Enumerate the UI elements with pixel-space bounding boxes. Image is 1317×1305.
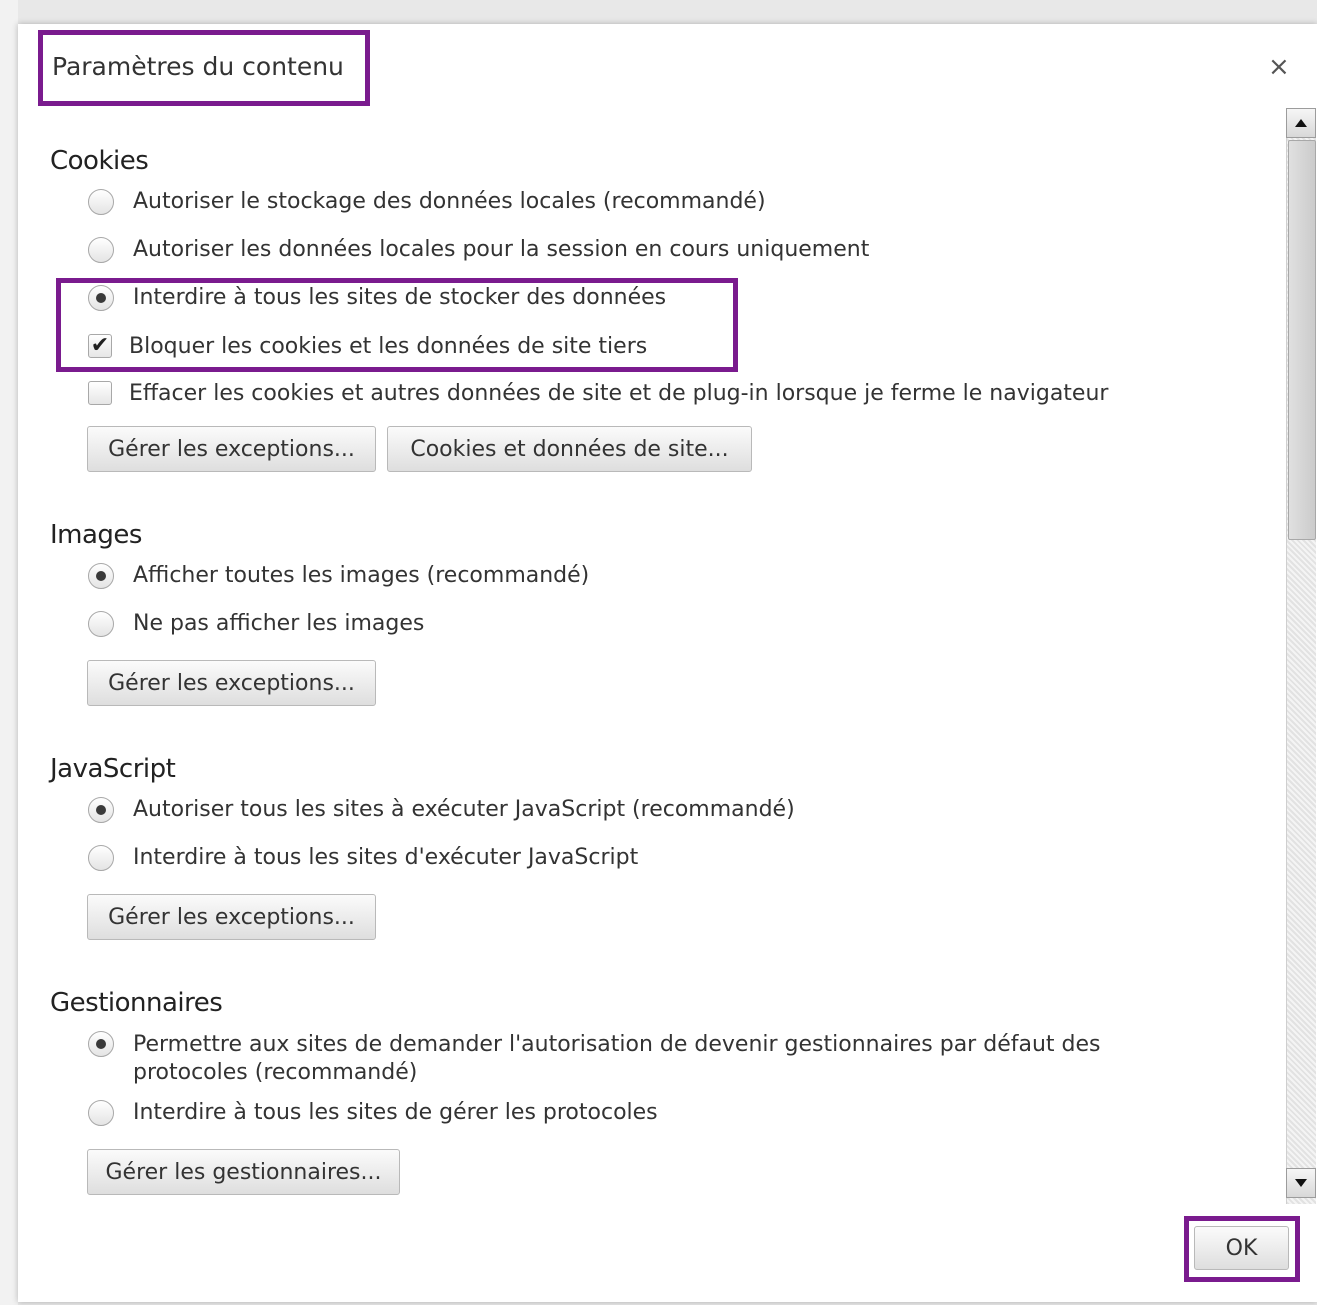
radio-label: Afficher toutes les images (recommandé)	[133, 563, 590, 588]
images-manage-exceptions-button[interactable]: Gérer les exceptions...	[87, 660, 376, 706]
radio-button-selected[interactable]	[88, 1031, 114, 1057]
checkbox-box[interactable]	[88, 381, 112, 405]
background-page	[0, 0, 18, 1305]
radio-button[interactable]	[88, 611, 114, 637]
radio-button-selected[interactable]	[88, 563, 114, 589]
radio-button[interactable]	[88, 237, 114, 263]
highlight-box-title	[38, 30, 370, 106]
radio-button-selected[interactable]	[88, 797, 114, 823]
checkbox-label: Effacer les cookies et autres données de…	[129, 381, 1109, 406]
content-settings-dialog: Paramètres du contenu × Cookies Autorise…	[18, 24, 1317, 1302]
section-title-handlers: Gestionnaires	[50, 988, 223, 1018]
radio-option-images-hide[interactable]: Ne pas afficher les images	[88, 611, 424, 637]
section-title-javascript: JavaScript	[50, 754, 176, 784]
radio-label: Autoriser les données locales pour la se…	[133, 237, 870, 262]
radio-button[interactable]	[88, 845, 114, 871]
checkbox-clear-on-exit[interactable]: Effacer les cookies et autres données de…	[88, 381, 1108, 406]
radio-option-images-show[interactable]: Afficher toutes les images (recommandé)	[88, 563, 589, 589]
scroll-down-arrow-icon[interactable]	[1286, 1168, 1316, 1198]
radio-label: Interdire à tous les sites de gérer les …	[133, 1100, 658, 1125]
cookies-and-site-data-button[interactable]: Cookies et données de site...	[387, 426, 752, 472]
highlight-box-cookie-options	[56, 278, 738, 372]
section-title-cookies: Cookies	[50, 146, 149, 176]
radio-label: Permettre aux sites de demander l'autori…	[133, 1032, 1101, 1085]
highlight-box-ok	[1184, 1216, 1300, 1282]
radio-button[interactable]	[88, 189, 114, 215]
scrollbar-thumb[interactable]	[1288, 140, 1316, 540]
radio-label: Autoriser tous les sites à exécuter Java…	[133, 797, 795, 822]
radio-option-handlers-block[interactable]: Interdire à tous les sites de gérer les …	[88, 1100, 658, 1126]
close-icon[interactable]: ×	[1268, 54, 1290, 80]
radio-label: Autoriser le stockage des données locale…	[133, 189, 766, 214]
section-title-images: Images	[50, 520, 142, 550]
radio-label: Interdire à tous les sites d'exécuter Ja…	[133, 845, 639, 870]
radio-option-js-block[interactable]: Interdire à tous les sites d'exécuter Ja…	[88, 845, 638, 871]
radio-option-handlers-allow[interactable]: Permettre aux sites de demander l'autori…	[88, 1031, 1198, 1087]
radio-option-js-allow[interactable]: Autoriser tous les sites à exécuter Java…	[88, 797, 795, 823]
radio-option-cookies-allow[interactable]: Autoriser le stockage des données locale…	[88, 189, 766, 215]
manage-handlers-button[interactable]: Gérer les gestionnaires...	[87, 1149, 400, 1195]
javascript-manage-exceptions-button[interactable]: Gérer les exceptions...	[87, 894, 376, 940]
scroll-up-arrow-icon[interactable]	[1286, 108, 1316, 138]
radio-label: Ne pas afficher les images	[133, 611, 425, 636]
radio-option-cookies-session[interactable]: Autoriser les données locales pour la se…	[88, 237, 869, 263]
radio-button[interactable]	[88, 1100, 114, 1126]
cookies-manage-exceptions-button[interactable]: Gérer les exceptions...	[87, 426, 376, 472]
